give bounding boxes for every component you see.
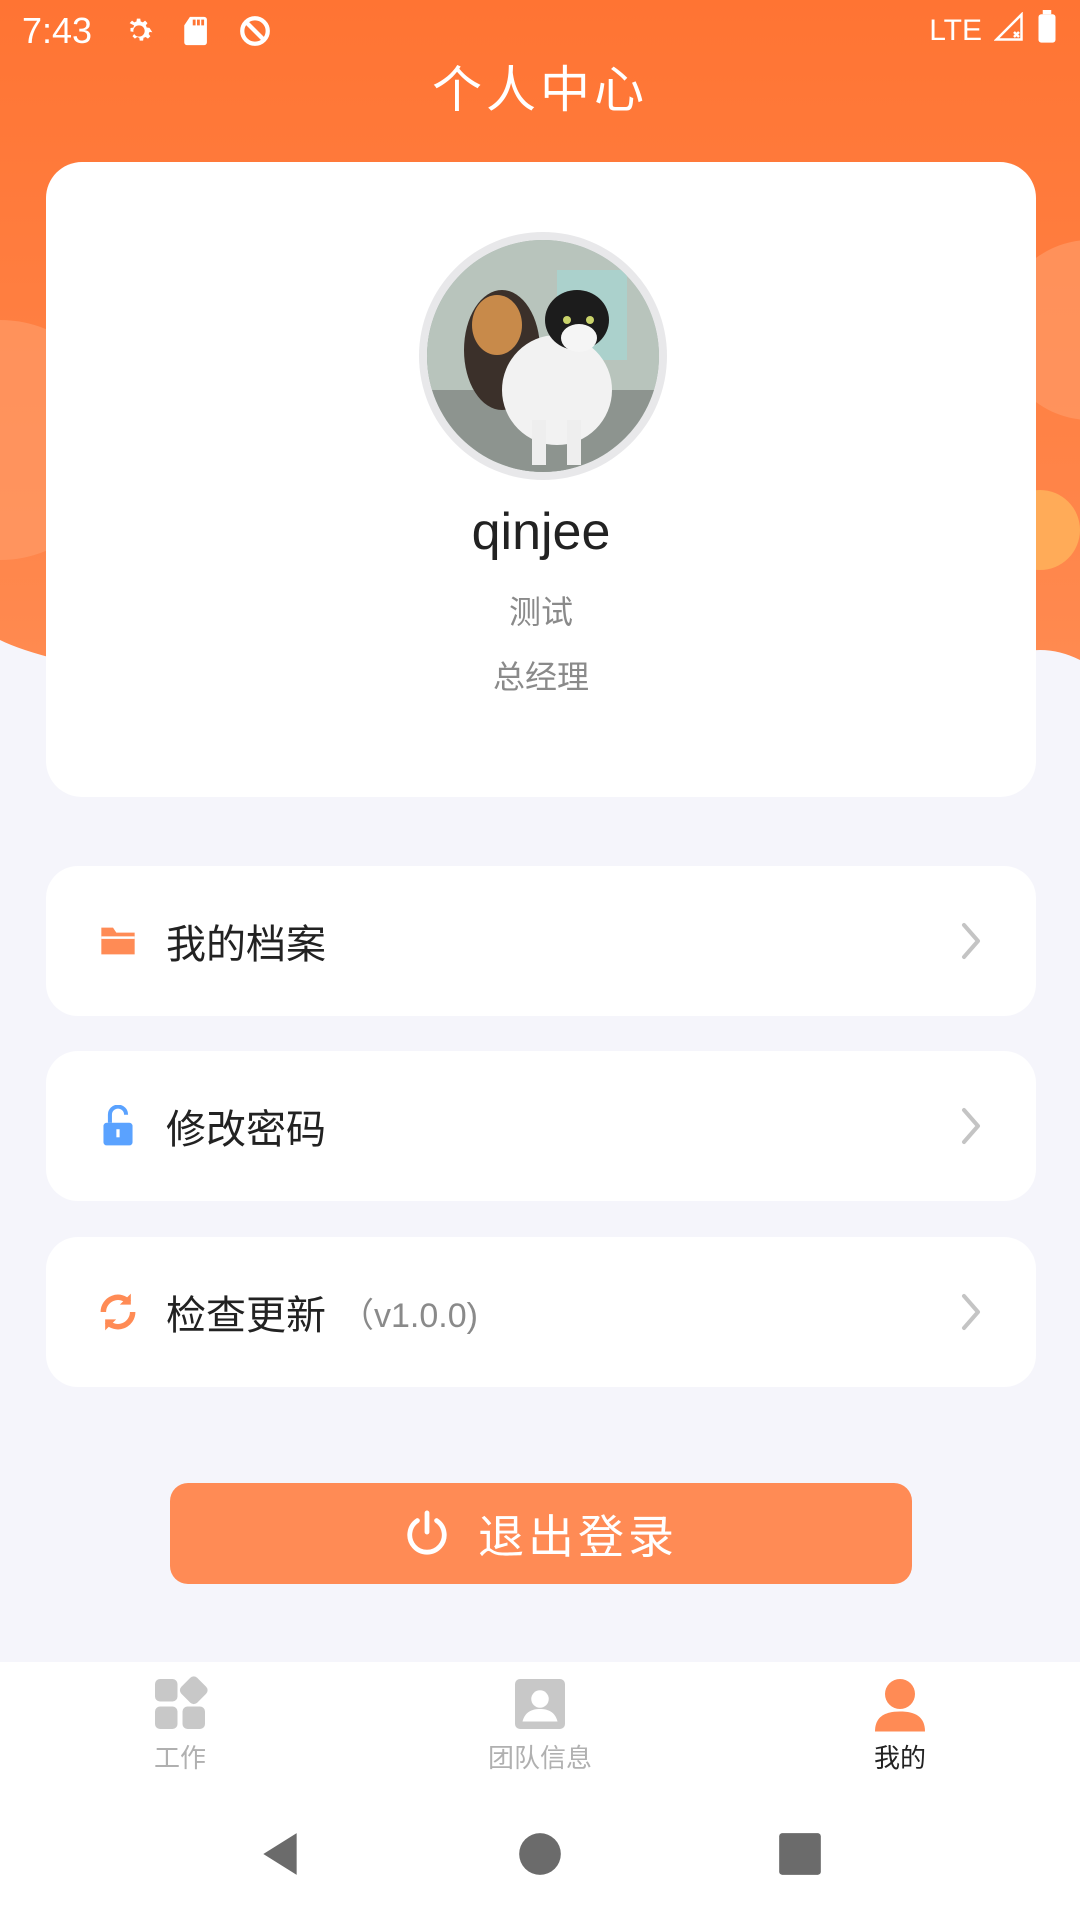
- username: qinjee: [471, 503, 611, 561]
- page-title: 个人中心: [432, 61, 648, 119]
- menu-item-my-archive[interactable]: 我的档案: [46, 866, 1036, 1016]
- signal-icon: [993, 11, 1024, 51]
- power-icon: [404, 1509, 450, 1559]
- department-label: 测试: [508, 593, 573, 631]
- avatar-photo: [427, 240, 659, 472]
- home-icon[interactable]: [515, 1829, 565, 1879]
- chevron-right-icon: [956, 919, 986, 963]
- menu-item-label: 我的档案: [166, 922, 326, 968]
- nav-label: 我的: [873, 1744, 926, 1774]
- chevron-right-icon: [956, 1104, 986, 1148]
- recents-icon[interactable]: [775, 1829, 825, 1879]
- profile-card: qinjee 测试 总经理: [46, 162, 1036, 797]
- sd-card-icon: [180, 14, 214, 48]
- menu-item-label: 修改密码: [166, 1107, 326, 1153]
- no-disturb-icon: [238, 14, 272, 48]
- nav-label: 工作: [153, 1744, 206, 1774]
- nav-item-me[interactable]: 我的: [720, 1662, 1080, 1787]
- unlock-icon: [96, 1104, 140, 1148]
- nav-item-team-info[interactable]: 团队信息: [360, 1662, 720, 1787]
- person-icon: [870, 1674, 930, 1734]
- refresh-icon: [96, 1290, 140, 1334]
- contact-card-icon: [510, 1674, 570, 1734]
- system-nav-bar: [0, 1787, 1080, 1920]
- version-label: （v1.0.0): [340, 1296, 478, 1335]
- settings-gear-icon: [122, 14, 156, 48]
- network-type: LTE: [929, 14, 982, 47]
- position-label: 总经理: [492, 658, 589, 696]
- logout-label: 退出登录: [478, 1509, 678, 1564]
- folder-icon: [96, 919, 140, 963]
- bottom-nav: 工作 团队信息 我的: [0, 1662, 1080, 1787]
- nav-item-work[interactable]: 工作: [0, 1662, 360, 1787]
- logout-button[interactable]: 退出登录: [170, 1483, 912, 1584]
- back-icon[interactable]: [255, 1829, 305, 1879]
- menu-item-label: 检查更新: [166, 1293, 326, 1339]
- avatar[interactable]: [419, 232, 667, 480]
- menu-item-check-update[interactable]: 检查更新 （v1.0.0): [46, 1237, 1036, 1387]
- nav-label: 团队信息: [487, 1744, 592, 1774]
- chevron-right-icon: [956, 1290, 986, 1334]
- apps-icon: [150, 1674, 210, 1734]
- battery-icon: [1036, 9, 1058, 53]
- status-time: 7:43: [22, 10, 93, 51]
- menu-item-change-password[interactable]: 修改密码: [46, 1051, 1036, 1201]
